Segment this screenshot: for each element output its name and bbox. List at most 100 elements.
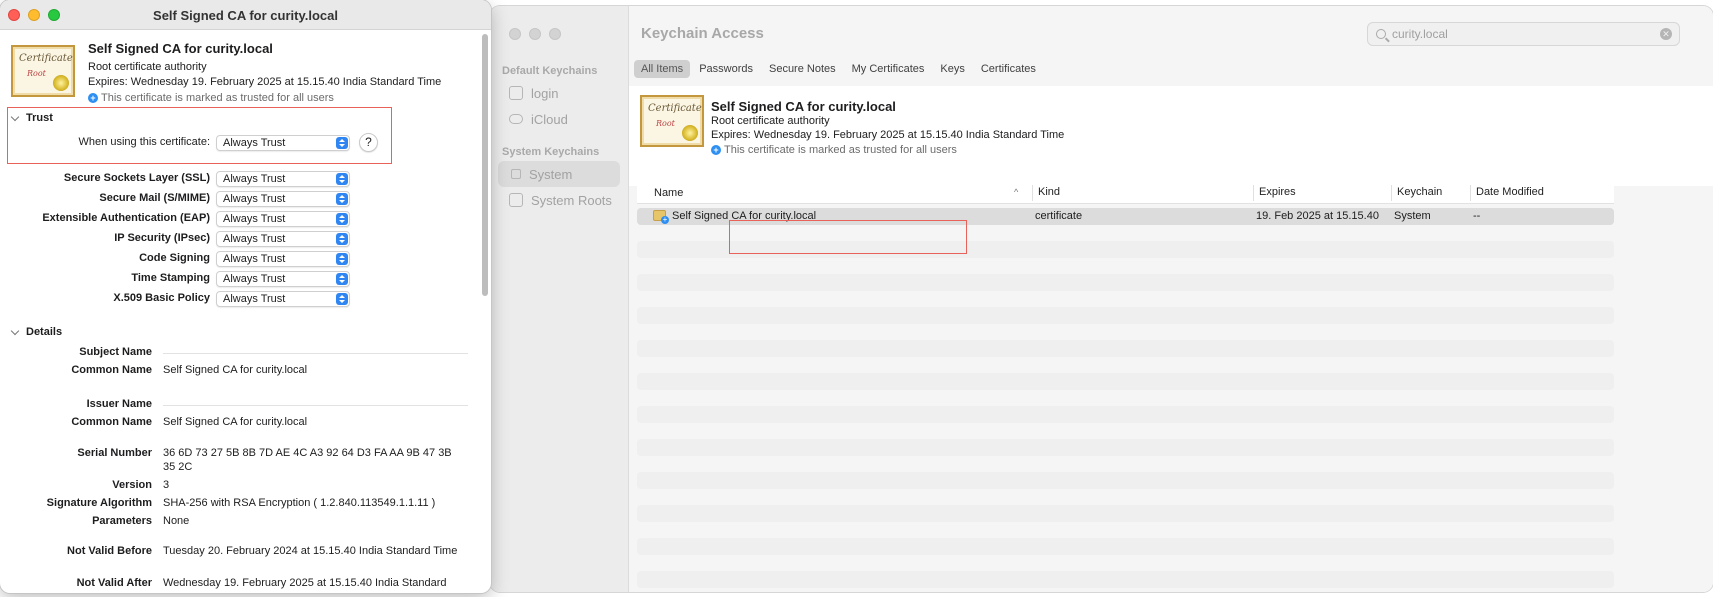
column-header-keychain[interactable]: Keychain bbox=[1391, 185, 1442, 201]
search-input[interactable] bbox=[1392, 27, 1652, 41]
certificate-icon: Certificate Root bbox=[640, 95, 704, 147]
popup-stepper-icon bbox=[336, 233, 348, 245]
tab-secure-notes[interactable]: Secure Notes bbox=[762, 60, 843, 78]
search-icon bbox=[1376, 29, 1386, 39]
details-section-toggle[interactable]: Details bbox=[10, 326, 62, 338]
plus-icon: + bbox=[88, 93, 98, 103]
sidebar-item-label: System bbox=[529, 166, 573, 182]
keychain-main: Keychain Access ✎ i ✕ All Items Password… bbox=[629, 6, 1713, 592]
smime-popup[interactable]: Always Trust bbox=[216, 191, 350, 207]
certificate-expiry: Expires: Wednesday 19. February 2025 at … bbox=[88, 76, 442, 88]
sort-ascending-icon[interactable]: ^ bbox=[1014, 187, 1018, 197]
empty-row bbox=[637, 340, 1614, 357]
tab-passwords[interactable]: Passwords bbox=[692, 60, 760, 78]
keychain-access-window: Default Keychains login iCloud System Ke… bbox=[490, 6, 1713, 592]
column-header-name[interactable]: Name bbox=[654, 187, 683, 199]
trust-setting-smime: Secure Mail (S/MIME) Always Trust bbox=[0, 191, 360, 207]
column-header-date-modified[interactable]: Date Modified bbox=[1470, 185, 1544, 201]
certificate-icon: Certificate Root bbox=[11, 45, 75, 97]
when-using-label: When using this certificate: bbox=[78, 136, 210, 148]
popup-stepper-icon bbox=[336, 193, 348, 205]
trust-note: + This certificate is marked as trusted … bbox=[711, 144, 957, 156]
seal-icon bbox=[682, 125, 698, 141]
sidebar-item-system[interactable]: System bbox=[498, 161, 620, 187]
certificate-name: Self Signed CA for curity.local bbox=[88, 41, 273, 56]
title-bar: Self Signed CA for curity.local bbox=[0, 0, 491, 30]
not-valid-before-label: Not Valid Before bbox=[67, 545, 152, 557]
tab-keys[interactable]: Keys bbox=[933, 60, 971, 78]
window-title: Self Signed CA for curity.local bbox=[153, 8, 338, 23]
tab-my-certificates[interactable]: My Certificates bbox=[845, 60, 932, 78]
certificate-expiry: Expires: Wednesday 19. February 2025 at … bbox=[711, 129, 1065, 141]
trust-setting-x509: X.509 Basic Policy Always Trust bbox=[0, 291, 360, 307]
code-signing-popup[interactable]: Always Trust bbox=[216, 251, 350, 267]
minimize-button[interactable] bbox=[529, 28, 541, 40]
parameters-label: Parameters bbox=[92, 515, 152, 527]
empty-row bbox=[637, 571, 1614, 588]
table-header: Name ^ Kind Expires Keychain Date Modifi… bbox=[637, 182, 1614, 204]
tab-all-items[interactable]: All Items bbox=[634, 60, 691, 78]
trust-setting-time-stamping: Time Stamping Always Trust bbox=[0, 271, 360, 287]
empty-row bbox=[637, 538, 1614, 555]
trust-setting-ssl: Secure Sockets Layer (SSL) Always Trust bbox=[0, 171, 360, 187]
certificate-subtitle: Root certificate authority bbox=[711, 115, 830, 127]
lock-icon bbox=[511, 169, 521, 179]
sidebar-item-system-roots[interactable]: System Roots bbox=[498, 187, 620, 213]
empty-row bbox=[637, 307, 1614, 324]
tab-certificates[interactable]: Certificates bbox=[974, 60, 1043, 78]
certificate-window: Self Signed CA for curity.local Certific… bbox=[0, 0, 491, 593]
keychain-icon bbox=[509, 86, 523, 100]
time-stamping-popup[interactable]: Always Trust bbox=[216, 271, 350, 287]
column-header-expires[interactable]: Expires bbox=[1253, 185, 1296, 201]
empty-row bbox=[637, 472, 1614, 489]
certificate-subtitle: Root certificate authority bbox=[88, 61, 207, 73]
x509-popup[interactable]: Always Trust bbox=[216, 291, 350, 307]
subject-common-name-label: Common Name bbox=[71, 364, 152, 376]
signature-algorithm-value: SHA-256 with RSA Encryption ( 1.2.840.11… bbox=[163, 497, 436, 509]
help-button[interactable]: ? bbox=[359, 133, 378, 152]
keychain-sidebar: Default Keychains login iCloud System Ke… bbox=[490, 6, 629, 592]
subject-common-name-value: Self Signed CA for curity.local bbox=[163, 364, 308, 376]
system-keychains-header: System Keychains bbox=[502, 146, 600, 158]
sidebar-item-login[interactable]: login bbox=[498, 80, 620, 106]
trust-setting-code-signing: Code Signing Always Trust bbox=[0, 251, 360, 267]
not-valid-after-label: Not Valid After bbox=[76, 577, 152, 589]
vertical-scrollbar[interactable] bbox=[482, 34, 488, 296]
sidebar-item-icloud[interactable]: iCloud bbox=[498, 106, 620, 132]
certificate-summary: Certificate Root Self Signed CA for curi… bbox=[629, 86, 1713, 186]
popup-stepper-icon bbox=[336, 253, 348, 265]
chevron-down-icon bbox=[10, 326, 20, 335]
row-keychain: System bbox=[1394, 210, 1431, 222]
version-label: Version bbox=[112, 479, 152, 491]
certificate-icon bbox=[653, 210, 669, 224]
trust-note: + This certificate is marked as trusted … bbox=[88, 92, 334, 104]
when-using-popup[interactable]: Always Trust bbox=[216, 135, 350, 151]
serial-number-value: 36 6D 73 27 5B 8B 7D AE 4C A3 92 64 D3 F… bbox=[163, 447, 452, 473]
column-header-kind[interactable]: Kind bbox=[1032, 185, 1060, 201]
divider bbox=[163, 353, 468, 354]
issuer-common-name-value: Self Signed CA for curity.local bbox=[163, 416, 308, 428]
ipsec-popup[interactable]: Always Trust bbox=[216, 231, 350, 247]
highlight-box bbox=[729, 220, 967, 254]
sidebar-item-label: System Roots bbox=[531, 192, 612, 208]
clear-search-icon[interactable]: ✕ bbox=[1660, 28, 1672, 40]
not-valid-before-value: Tuesday 20. February 2024 at 15.15.40 In… bbox=[163, 545, 458, 557]
ssl-popup[interactable]: Always Trust bbox=[216, 171, 350, 187]
seal-icon bbox=[53, 75, 69, 91]
signature-algorithm-label: Signature Algorithm bbox=[46, 497, 152, 509]
issuer-name-label: Issuer Name bbox=[86, 398, 152, 410]
search-field[interactable]: ✕ bbox=[1367, 22, 1680, 46]
row-expires: 19. Feb 2025 at 15.15.40 bbox=[1256, 210, 1379, 222]
sidebar-item-label: iCloud bbox=[531, 111, 568, 127]
certificate-name: Self Signed CA for curity.local bbox=[711, 99, 896, 114]
close-button[interactable] bbox=[509, 28, 521, 40]
popup-stepper-icon bbox=[336, 213, 348, 225]
zoom-button[interactable] bbox=[549, 28, 561, 40]
parameters-value: None bbox=[163, 515, 190, 527]
eap-popup[interactable]: Always Trust bbox=[216, 211, 350, 227]
empty-row bbox=[637, 406, 1614, 423]
sidebar-item-label: login bbox=[531, 85, 559, 101]
not-valid-after-value: Wednesday 19. February 2025 at 15.15.40 … bbox=[163, 577, 447, 589]
trust-setting-ipsec: IP Security (IPsec) Always Trust bbox=[0, 231, 360, 247]
serial-number-label: Serial Number bbox=[77, 447, 152, 459]
